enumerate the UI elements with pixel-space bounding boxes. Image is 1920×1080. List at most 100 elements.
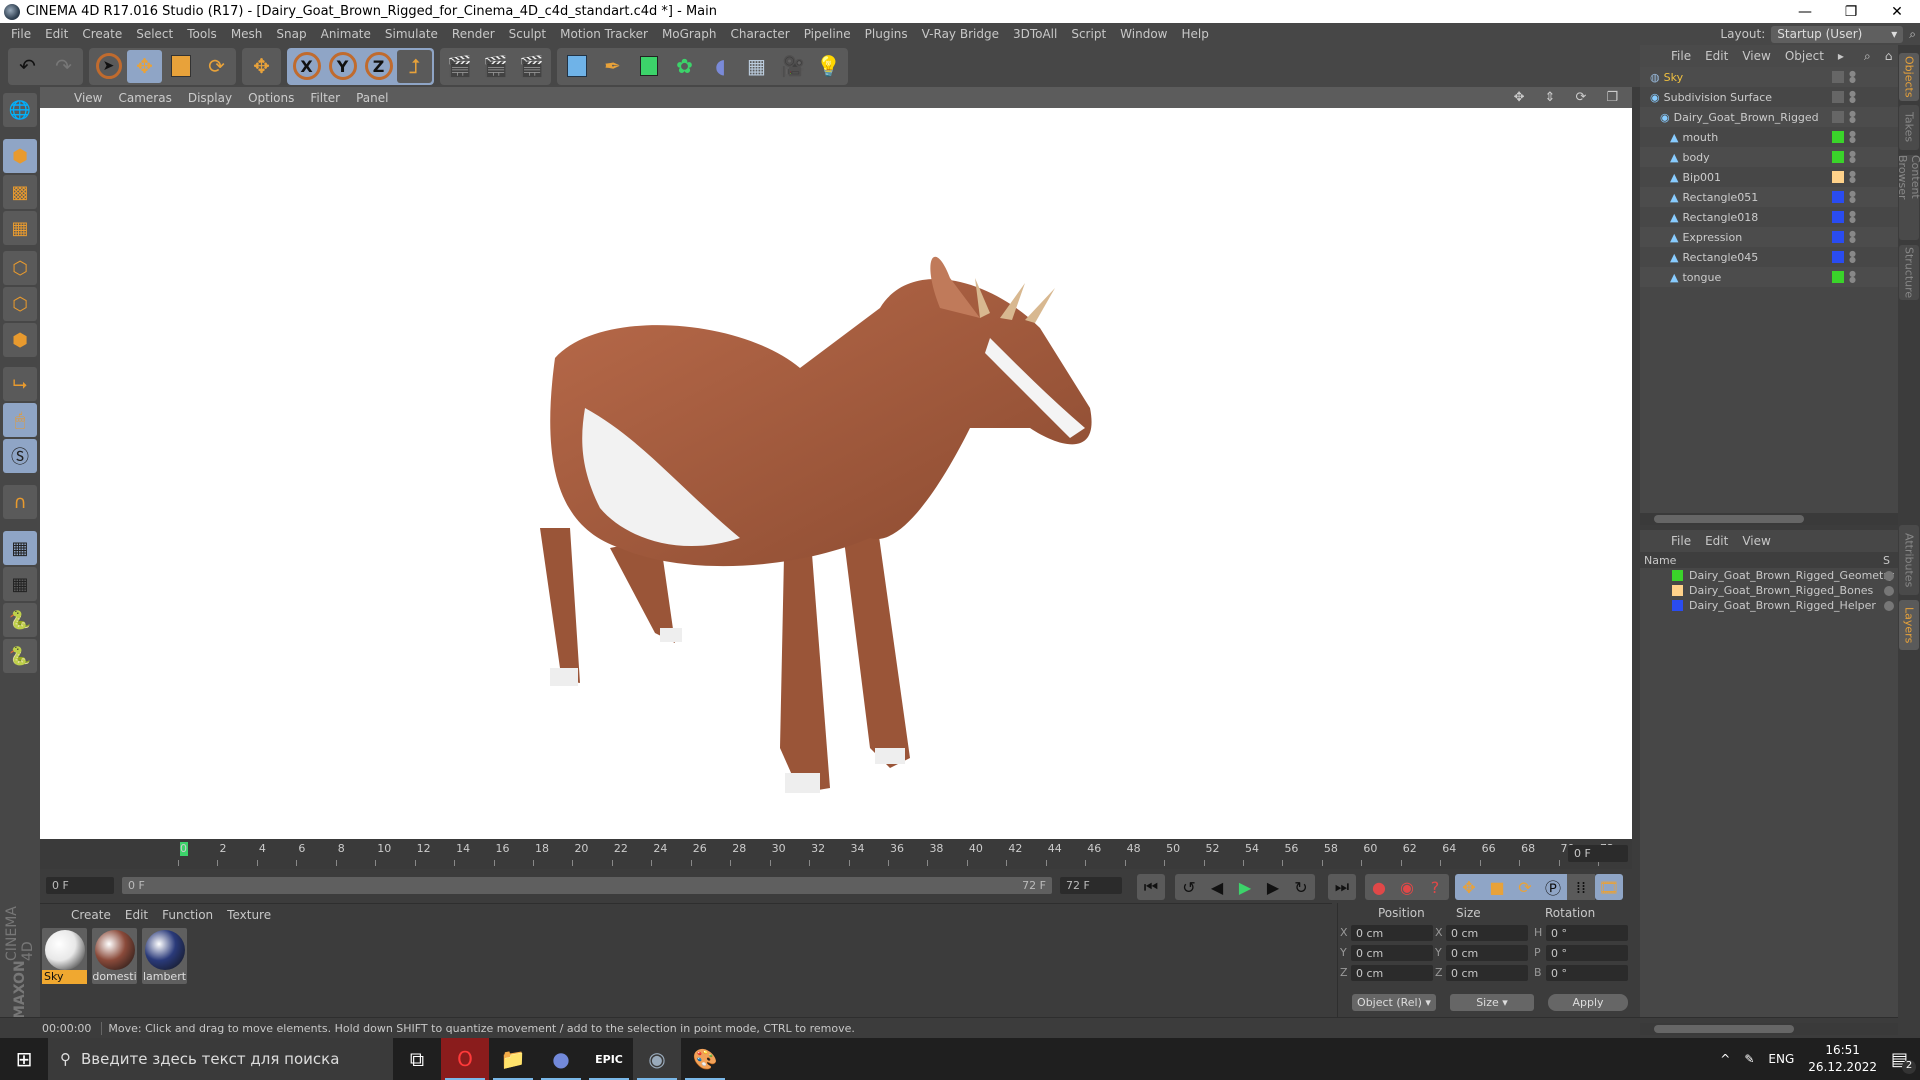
material-menu-texture[interactable]: Texture [220, 908, 278, 922]
object-menu-object[interactable]: Object [1778, 49, 1831, 63]
viewport-menu-options[interactable]: Options [240, 91, 302, 105]
deformer-icon[interactable]: ◖ [703, 50, 738, 83]
3d-viewport[interactable] [40, 108, 1632, 839]
layer-row[interactable]: Dairy_Goat_Brown_Rigged_Helper [1640, 598, 1898, 613]
make-editable-icon[interactable]: 🌐 [3, 93, 37, 127]
menu-snap[interactable]: Snap [269, 27, 313, 41]
z-axis-icon[interactable]: Z [361, 50, 396, 83]
material-swatch[interactable]: domesti [92, 928, 137, 984]
layer-scrollbar[interactable] [1640, 1023, 1898, 1035]
key-pla-icon[interactable]: ⁞⁞ [1567, 874, 1595, 900]
side-tab-attributes[interactable]: Attributes [1899, 525, 1919, 595]
search-icon[interactable]: ⌕ [1857, 49, 1878, 64]
pen-spline-icon[interactable]: ✒ [595, 50, 630, 83]
visibility-dots[interactable]: ● ● [1849, 190, 1856, 204]
timeline-window-icon[interactable]: 🎞 [1595, 874, 1623, 900]
search-icon[interactable]: ⌕ [1909, 27, 1916, 42]
toggle-view-icon[interactable]: ❐ [1598, 90, 1626, 105]
redo-icon[interactable]: ↷ [46, 50, 81, 83]
object-row[interactable]: ▲ Rectangle018 ● ● [1640, 207, 1898, 227]
layer-menu-file[interactable]: File [1664, 534, 1698, 548]
object-manager-scrollbar[interactable] [1640, 513, 1898, 525]
object-row[interactable]: ▲ Rectangle051 ● ● [1640, 187, 1898, 207]
apply-button[interactable]: Apply [1548, 994, 1628, 1011]
texture-mode-icon[interactable]: ▩ [3, 175, 37, 209]
light-icon[interactable]: 💡 [811, 50, 846, 83]
maximize-button[interactable]: ❐ [1828, 0, 1874, 23]
cube-icon[interactable] [559, 50, 594, 83]
material-menu-create[interactable]: Create [64, 908, 118, 922]
pen-icon[interactable]: ✎ [1744, 1052, 1754, 1066]
end-frame-field[interactable]: 72 F [1060, 877, 1122, 894]
coord-field-r[interactable]: 0 ° [1546, 965, 1628, 981]
language-indicator[interactable]: ENG [1768, 1052, 1794, 1066]
timeline[interactable]: 0 2 4 6 8 10 12 14 16 18 20 22 24 26 28 30 32 34 36 38 40 42 4… [40, 839, 1632, 869]
coord-field-r[interactable]: 0 ° [1546, 925, 1628, 941]
move-tool-icon[interactable]: ✥ [127, 49, 162, 83]
coord-field-p[interactable]: 0 cm [1351, 925, 1433, 941]
play-icon[interactable]: ▶ [1231, 874, 1259, 900]
previous-frame-icon[interactable]: ◀ [1203, 874, 1231, 900]
visibility-dots[interactable]: ● ● [1849, 150, 1856, 164]
menu-3dtoall[interactable]: 3DToAll [1006, 27, 1064, 41]
paint-app-icon[interactable]: 🎨 [681, 1038, 729, 1080]
layer-color-swatch[interactable] [1832, 91, 1844, 103]
axis-mode-icon[interactable]: ⮡ [3, 367, 37, 401]
object-menu-file[interactable]: File [1664, 49, 1698, 63]
python-script-2-icon[interactable]: 🐍 [3, 639, 37, 673]
live-selection-icon[interactable]: ✥ [244, 50, 279, 83]
viewport-menu-view[interactable]: View [66, 91, 110, 105]
undo-icon[interactable]: ↶ [10, 50, 45, 83]
keyframe-selection-icon[interactable]: ? [1421, 874, 1449, 900]
polygons-mode-icon[interactable]: ⬢ [3, 323, 37, 357]
coord-field-r[interactable]: 0 ° [1546, 945, 1628, 961]
current-frame-field[interactable]: 0 F [1568, 845, 1628, 862]
mograph-cloner-icon[interactable]: ✿ [667, 50, 702, 83]
layer-color-swatch[interactable] [1832, 251, 1844, 263]
menu-mesh[interactable]: Mesh [224, 27, 270, 41]
python-script-icon[interactable]: 🐍 [3, 603, 37, 637]
menu-mograph[interactable]: MoGraph [655, 27, 724, 41]
workplane-mode-icon[interactable]: ▦ [3, 211, 37, 245]
side-tab-content-browser[interactable]: Content Browser [1896, 155, 1920, 240]
close-button[interactable]: ✕ [1874, 0, 1920, 23]
menu-select[interactable]: Select [129, 27, 180, 41]
rotate-tool-icon[interactable]: ⟳ [199, 50, 234, 83]
taskbar-search[interactable]: ⚲ Введите здесь текст для поиска [48, 1038, 393, 1080]
floor-environment-icon[interactable]: ▦ [739, 50, 774, 83]
viewport-menu-cameras[interactable]: Cameras [110, 91, 179, 105]
next-frame-icon[interactable]: ▶ [1259, 874, 1287, 900]
side-tab-structure[interactable]: Structure [1899, 245, 1919, 300]
layer-color-swatch[interactable] [1832, 211, 1844, 223]
next-key-icon[interactable]: ↻ [1287, 874, 1315, 900]
layer-color-swatch[interactable] [1832, 191, 1844, 203]
render-picture-viewer-icon[interactable]: 🎬 [478, 50, 513, 83]
menu-character[interactable]: Character [723, 27, 796, 41]
snapping-icon[interactable]: Ⓢ [3, 439, 37, 473]
side-tab-takes[interactable]: Takes [1899, 105, 1919, 150]
record-keys-icon[interactable]: ● [1365, 874, 1393, 900]
material-menu-edit[interactable]: Edit [118, 908, 155, 922]
layer-menu-view[interactable]: View [1735, 534, 1777, 548]
opera-icon[interactable]: O [441, 1038, 489, 1080]
side-tab-objects[interactable]: Objects [1899, 53, 1919, 101]
layer-color-swatch[interactable] [1672, 600, 1683, 611]
material-swatch[interactable]: Sky [42, 928, 87, 984]
menu-animate[interactable]: Animate [314, 27, 378, 41]
layer-color-swatch[interactable] [1832, 231, 1844, 243]
layer-solo-toggle[interactable] [1884, 570, 1894, 581]
select-tool-icon[interactable]: ➤ [91, 50, 126, 83]
autokey-icon[interactable]: ◉ [1393, 874, 1421, 900]
layout-dropdown[interactable]: Startup (User) ▾ [1771, 25, 1904, 43]
subdivision-icon[interactable] [631, 50, 666, 83]
timeline-ruler[interactable]: 0 2 4 6 8 10 12 14 16 18 20 22 24 26 28 30 32 34 36 38 40 42 4… [130, 840, 1614, 868]
windows-start-icon[interactable]: ⊞ [0, 1038, 48, 1080]
coord-field-p[interactable]: 0 cm [1351, 965, 1433, 981]
menu-script[interactable]: Script [1064, 27, 1113, 41]
object-row[interactable]: ▲ Expression ● ● [1640, 227, 1898, 247]
visibility-dots[interactable]: ● ● [1849, 170, 1856, 184]
x-axis-icon[interactable]: X [289, 50, 324, 83]
go-to-end-icon[interactable]: ⏭ [1328, 874, 1356, 900]
clock[interactable]: 16:51 26.12.2022 [1808, 1042, 1877, 1076]
previous-key-icon[interactable]: ↺ [1175, 874, 1203, 900]
